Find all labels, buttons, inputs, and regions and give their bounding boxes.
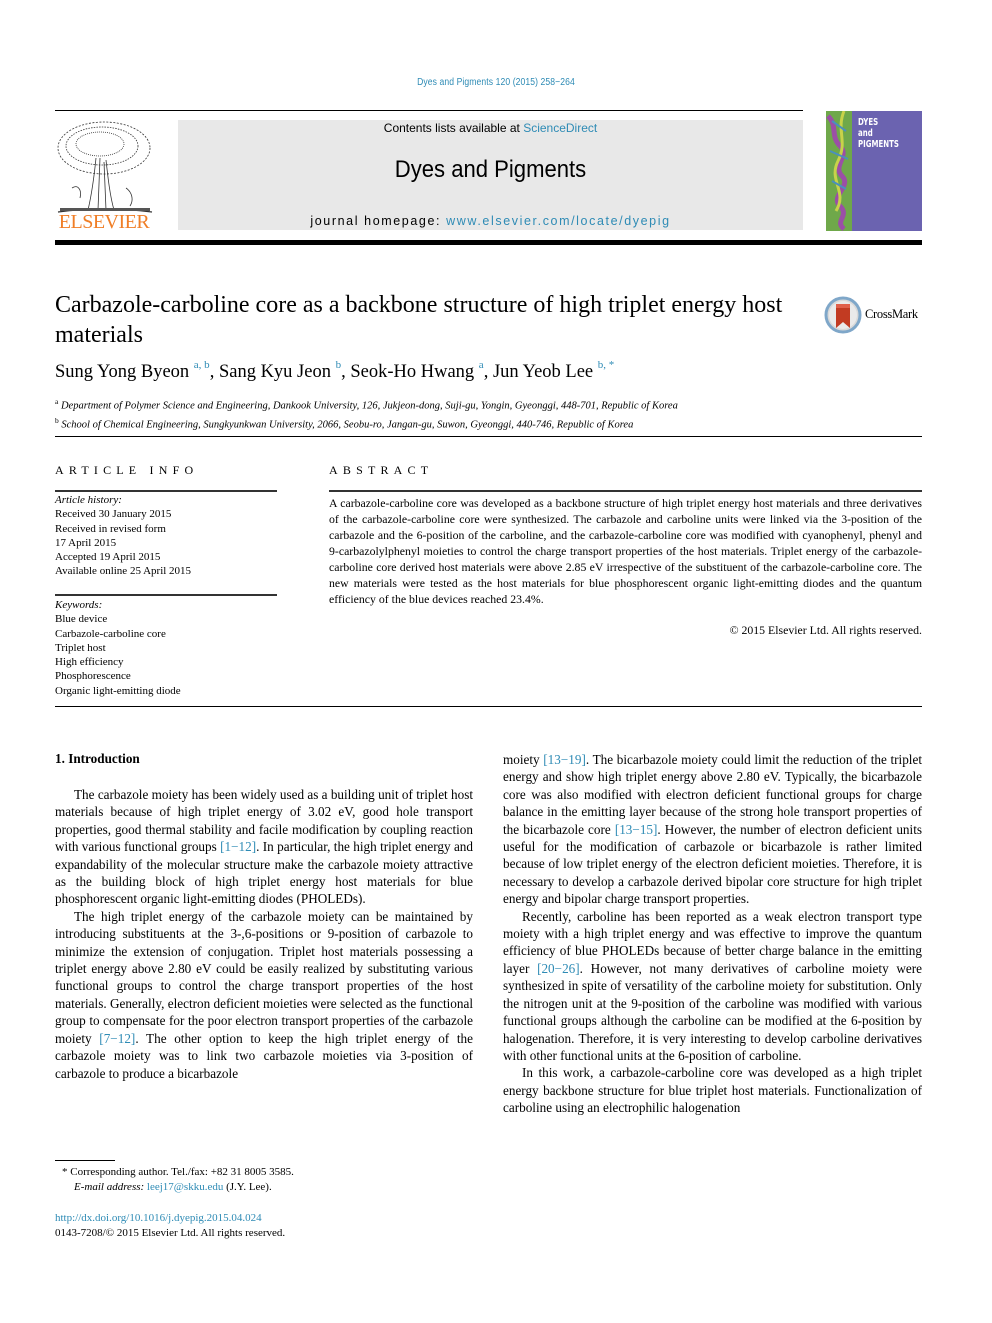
crossmark-icon bbox=[824, 296, 862, 334]
cover-title: DYES and PIGMENTS bbox=[858, 117, 899, 150]
email-line: E-mail address: leej17@skku.edu (J.Y. Le… bbox=[74, 1181, 272, 1193]
header-thick-rule bbox=[55, 240, 922, 245]
article-history: Article history: Received 30 January 201… bbox=[55, 493, 191, 579]
paragraph: moiety [13−19]. The bicarbazole moiety c… bbox=[503, 752, 922, 907]
keyword-item: Organic light-emitting diode bbox=[55, 684, 181, 697]
history-item: Accepted 19 April 2015 bbox=[55, 551, 161, 564]
abstract-heading: ABSTRACT bbox=[329, 463, 434, 477]
contents-prefix: Contents lists available at bbox=[383, 121, 524, 135]
reference-link[interactable]: [13−19] bbox=[543, 752, 586, 767]
keyword-item: Blue device bbox=[55, 613, 108, 626]
affiliation-item: a Department of Polymer Science and Engi… bbox=[55, 397, 678, 412]
author-list: Sung Yong Byeon a, b, Sang Kyu Jeon b, S… bbox=[55, 359, 615, 383]
affiliation-item: b School of Chemical Engineering, Sungky… bbox=[55, 415, 634, 431]
paragraph: In this work, a carbazole-carboline core… bbox=[503, 1065, 922, 1116]
author-name[interactable]: Sung Yong Byeon bbox=[55, 362, 189, 382]
author-name[interactable]: Sang Kyu Jeon bbox=[219, 362, 331, 382]
author-affiliation-mark[interactable]: a, b bbox=[194, 359, 210, 371]
keyword-item: Carbazole-carboline core bbox=[55, 627, 166, 640]
elsevier-wordmark: ELSEVIER bbox=[58, 211, 150, 233]
journal-citation[interactable]: Dyes and Pigments 120 (2015) 258−264 bbox=[69, 77, 922, 88]
history-label: Article history: bbox=[55, 494, 122, 506]
article-info-bottom-rule bbox=[55, 706, 922, 707]
crossmark-label: CrossMark bbox=[865, 307, 918, 321]
crossmark-button[interactable]: CrossMark bbox=[824, 296, 924, 336]
abstract-copyright: © 2015 Elsevier Ltd. All rights reserved… bbox=[729, 623, 922, 637]
email-link[interactable]: leej17@skku.edu bbox=[147, 1181, 223, 1193]
homepage-prefix: journal homepage: bbox=[310, 214, 447, 228]
footnote-rule bbox=[55, 1160, 115, 1161]
keyword-item: High efficiency bbox=[55, 656, 124, 669]
keywords-label: Keywords: bbox=[55, 599, 103, 611]
abstract-text: A carbazole-carboline core was developed… bbox=[329, 496, 922, 606]
keywords: Keywords: Blue device Carbazole-carbolin… bbox=[55, 598, 181, 698]
paragraph: Recently, carboline has been reported as… bbox=[503, 908, 922, 1063]
affiliations: a Department of Polymer Science and Engi… bbox=[55, 395, 678, 432]
article-info-rule bbox=[55, 490, 277, 492]
header-top-rule bbox=[55, 110, 803, 111]
history-item: Received 30 January 2015 bbox=[55, 508, 172, 521]
reference-link[interactable]: [1−12] bbox=[220, 839, 256, 854]
author-name[interactable]: Seok-Ho Hwang bbox=[350, 362, 474, 382]
reference-link[interactable]: [13−15] bbox=[615, 822, 658, 837]
keyword-item: Phosphorescence bbox=[55, 670, 131, 683]
journal-title: Dyes and Pigments bbox=[394, 156, 587, 183]
history-item: 17 April 2015 bbox=[55, 536, 117, 549]
affiliation-rule bbox=[55, 436, 922, 437]
article-info-heading: ARTICLE INFO bbox=[55, 463, 199, 477]
body-column-left: The carbazole moiety has been widely use… bbox=[55, 786, 473, 1082]
author-affiliation-mark[interactable]: a bbox=[479, 359, 484, 371]
paragraph: The carbazole moiety has been widely use… bbox=[55, 787, 473, 907]
doi-link[interactable]: http://dx.doi.org/10.1016/j.dyepig.2015.… bbox=[55, 1212, 262, 1224]
corresponding-author-line: * Corresponding author. Tel./fax: +82 31… bbox=[62, 1166, 294, 1178]
corresponding-author-footnote: * Corresponding author. Tel./fax: +82 31… bbox=[62, 1165, 294, 1195]
journal-homepage-line: journal homepage: www.elsevier.com/locat… bbox=[178, 214, 803, 228]
history-item: Available online 25 April 2015 bbox=[55, 565, 192, 578]
article-title: Carbazole-carboline core as a backbone s… bbox=[55, 292, 783, 348]
keyword-item: Triplet host bbox=[55, 641, 106, 654]
journal-cover-image[interactable]: DYES and PIGMENTS bbox=[826, 110, 922, 231]
author-affiliation-mark[interactable]: b bbox=[336, 359, 342, 371]
journal-homepage-link[interactable]: www.elsevier.com/locate/dyepig bbox=[446, 214, 670, 228]
elsevier-logo[interactable]: ELSEVIER bbox=[52, 118, 156, 234]
doi-block: http://dx.doi.org/10.1016/j.dyepig.2015.… bbox=[55, 1211, 285, 1241]
contents-line: Contents lists available at ScienceDirec… bbox=[178, 121, 803, 135]
reference-link[interactable]: [20−26] bbox=[537, 961, 580, 976]
reference-link[interactable]: [7−12] bbox=[99, 1031, 135, 1046]
issn-line: 0143-7208/© 2015 Elsevier Ltd. All right… bbox=[55, 1227, 286, 1239]
author-affiliation-mark[interactable]: b, * bbox=[598, 359, 615, 371]
body-column-right: moiety [13−19]. The bicarbazole moiety c… bbox=[503, 751, 922, 1117]
history-item: Received in revised form bbox=[55, 522, 166, 535]
keywords-rule bbox=[55, 594, 277, 596]
sciencedirect-link[interactable]: ScienceDirect bbox=[523, 121, 597, 135]
author-name[interactable]: Jun Yeob Lee bbox=[493, 362, 593, 382]
introduction-heading: 1. Introduction bbox=[55, 751, 140, 766]
abstract-rule bbox=[329, 490, 922, 492]
paragraph: The high triplet energy of the carbazole… bbox=[55, 908, 473, 1081]
